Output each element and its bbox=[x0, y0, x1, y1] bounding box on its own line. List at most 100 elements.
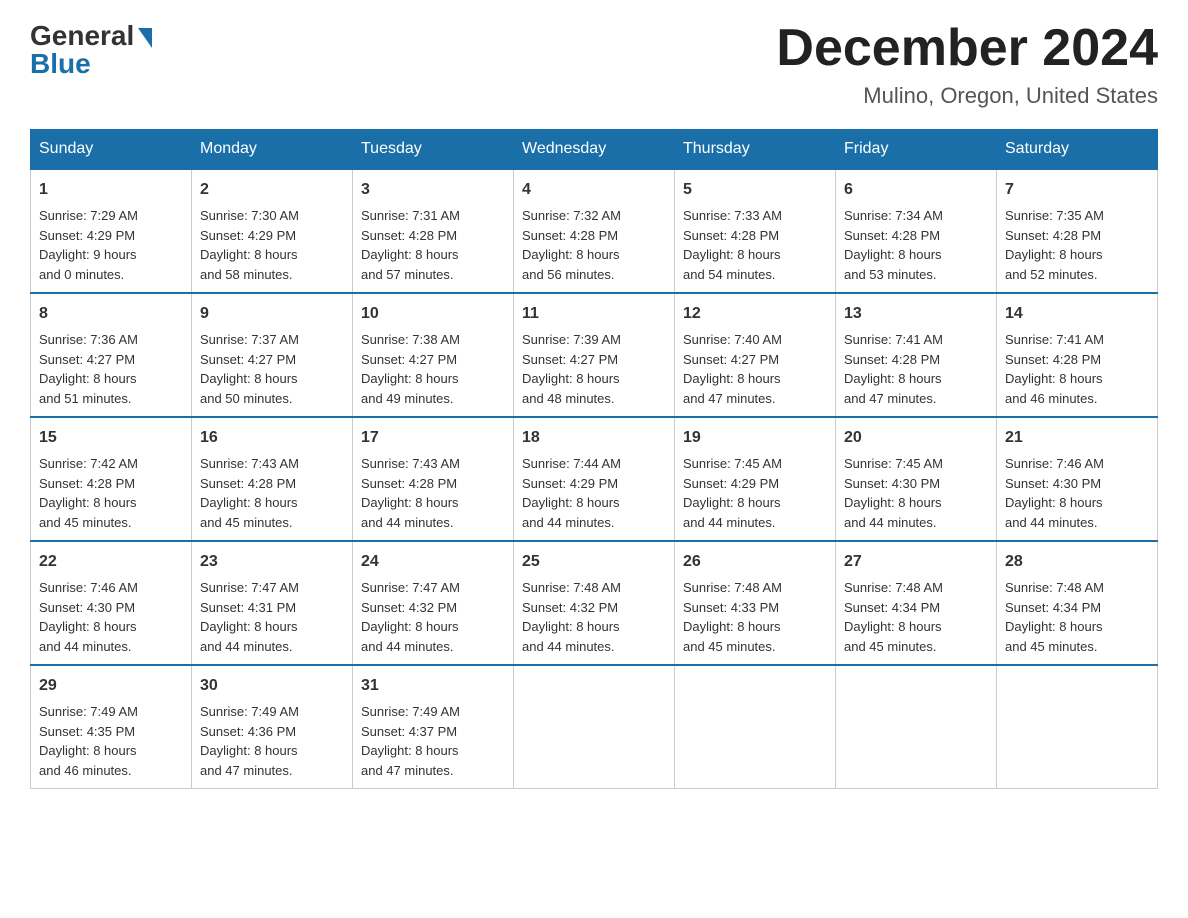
day-number: 24 bbox=[361, 550, 505, 574]
calendar-cell: 3 Sunrise: 7:31 AMSunset: 4:28 PMDaylight… bbox=[353, 169, 514, 293]
day-number: 23 bbox=[200, 550, 344, 574]
day-info: Sunrise: 7:49 AMSunset: 4:35 PMDaylight:… bbox=[39, 704, 138, 778]
calendar-cell: 12 Sunrise: 7:40 AMSunset: 4:27 PMDayligh… bbox=[675, 293, 836, 417]
day-number: 14 bbox=[1005, 302, 1149, 326]
day-info: Sunrise: 7:41 AMSunset: 4:28 PMDaylight:… bbox=[1005, 332, 1104, 406]
day-number: 19 bbox=[683, 426, 827, 450]
day-info: Sunrise: 7:44 AMSunset: 4:29 PMDaylight:… bbox=[522, 456, 621, 530]
day-number: 10 bbox=[361, 302, 505, 326]
day-info: Sunrise: 7:43 AMSunset: 4:28 PMDaylight:… bbox=[200, 456, 299, 530]
calendar-header-wednesday: Wednesday bbox=[514, 130, 675, 170]
day-info: Sunrise: 7:47 AMSunset: 4:32 PMDaylight:… bbox=[361, 580, 460, 654]
calendar-cell: 18 Sunrise: 7:44 AMSunset: 4:29 PMDayligh… bbox=[514, 417, 675, 541]
logo-arrow-icon bbox=[138, 28, 152, 48]
calendar-cell: 19Sunrise: 7:45 AMSunset: 4:29 PMDayligh… bbox=[675, 417, 836, 541]
page-header: General Blue December 2024 Mulino, Orego… bbox=[30, 20, 1158, 109]
day-number: 3 bbox=[361, 178, 505, 202]
calendar-cell: 9 Sunrise: 7:37 AMSunset: 4:27 PMDaylight… bbox=[192, 293, 353, 417]
calendar-cell: 26Sunrise: 7:48 AMSunset: 4:33 PMDayligh… bbox=[675, 541, 836, 665]
calendar-cell: 17Sunrise: 7:43 AMSunset: 4:28 PMDayligh… bbox=[353, 417, 514, 541]
day-info: Sunrise: 7:49 AMSunset: 4:36 PMDaylight:… bbox=[200, 704, 299, 778]
day-info: Sunrise: 7:40 AMSunset: 4:27 PMDaylight:… bbox=[683, 332, 782, 406]
calendar-week-row: 8Sunrise: 7:36 AMSunset: 4:27 PMDaylight… bbox=[31, 293, 1158, 417]
calendar-cell: 24 Sunrise: 7:47 AMSunset: 4:32 PMDayligh… bbox=[353, 541, 514, 665]
day-number: 16 bbox=[200, 426, 344, 450]
calendar-cell: 29 Sunrise: 7:49 AMSunset: 4:35 PMDayligh… bbox=[31, 665, 192, 789]
day-number: 9 bbox=[200, 302, 344, 326]
calendar-header-saturday: Saturday bbox=[997, 130, 1158, 170]
day-info: Sunrise: 7:35 AMSunset: 4:28 PMDaylight:… bbox=[1005, 208, 1104, 282]
day-number: 13 bbox=[844, 302, 988, 326]
day-number: 15 bbox=[39, 426, 183, 450]
day-info: Sunrise: 7:43 AMSunset: 4:28 PMDaylight:… bbox=[361, 456, 460, 530]
calendar-title: December 2024 bbox=[776, 20, 1158, 77]
day-info: Sunrise: 7:45 AMSunset: 4:30 PMDaylight:… bbox=[844, 456, 943, 530]
day-info: Sunrise: 7:48 AMSunset: 4:32 PMDaylight:… bbox=[522, 580, 621, 654]
day-number: 26 bbox=[683, 550, 827, 574]
day-number: 20 bbox=[844, 426, 988, 450]
day-number: 2 bbox=[200, 178, 344, 202]
calendar-cell: 5 Sunrise: 7:33 AMSunset: 4:28 PMDaylight… bbox=[675, 169, 836, 293]
calendar-cell: 7 Sunrise: 7:35 AMSunset: 4:28 PMDaylight… bbox=[997, 169, 1158, 293]
calendar-cell: 27 Sunrise: 7:48 AMSunset: 4:34 PMDayligh… bbox=[836, 541, 997, 665]
day-number: 5 bbox=[683, 178, 827, 202]
calendar-cell: 21 Sunrise: 7:46 AMSunset: 4:30 PMDayligh… bbox=[997, 417, 1158, 541]
calendar-header-monday: Monday bbox=[192, 130, 353, 170]
day-number: 25 bbox=[522, 550, 666, 574]
calendar-week-row: 29 Sunrise: 7:49 AMSunset: 4:35 PMDayligh… bbox=[31, 665, 1158, 789]
calendar-cell: 23 Sunrise: 7:47 AMSunset: 4:31 PMDayligh… bbox=[192, 541, 353, 665]
calendar-header-sunday: Sunday bbox=[31, 130, 192, 170]
day-info: Sunrise: 7:46 AMSunset: 4:30 PMDaylight:… bbox=[1005, 456, 1104, 530]
day-number: 7 bbox=[1005, 178, 1149, 202]
day-info: Sunrise: 7:48 AMSunset: 4:34 PMDaylight:… bbox=[844, 580, 943, 654]
day-number: 8 bbox=[39, 302, 183, 326]
calendar-cell bbox=[514, 665, 675, 789]
day-info: Sunrise: 7:41 AMSunset: 4:28 PMDaylight:… bbox=[844, 332, 943, 406]
day-info: Sunrise: 7:33 AMSunset: 4:28 PMDaylight:… bbox=[683, 208, 782, 282]
day-number: 29 bbox=[39, 674, 183, 698]
day-info: Sunrise: 7:34 AMSunset: 4:28 PMDaylight:… bbox=[844, 208, 943, 282]
day-number: 27 bbox=[844, 550, 988, 574]
day-info: Sunrise: 7:48 AMSunset: 4:34 PMDaylight:… bbox=[1005, 580, 1104, 654]
calendar-cell: 16 Sunrise: 7:43 AMSunset: 4:28 PMDayligh… bbox=[192, 417, 353, 541]
calendar-location: Mulino, Oregon, United States bbox=[776, 83, 1158, 109]
day-number: 18 bbox=[522, 426, 666, 450]
calendar-week-row: 1 Sunrise: 7:29 AMSunset: 4:29 PMDaylight… bbox=[31, 169, 1158, 293]
calendar-cell: 28Sunrise: 7:48 AMSunset: 4:34 PMDayligh… bbox=[997, 541, 1158, 665]
day-number: 31 bbox=[361, 674, 505, 698]
day-number: 1 bbox=[39, 178, 183, 202]
logo: General Blue bbox=[30, 20, 152, 80]
calendar-header-tuesday: Tuesday bbox=[353, 130, 514, 170]
calendar-table: SundayMondayTuesdayWednesdayThursdayFrid… bbox=[30, 129, 1158, 789]
calendar-cell: 13 Sunrise: 7:41 AMSunset: 4:28 PMDayligh… bbox=[836, 293, 997, 417]
day-info: Sunrise: 7:29 AMSunset: 4:29 PMDaylight:… bbox=[39, 208, 138, 282]
day-info: Sunrise: 7:47 AMSunset: 4:31 PMDaylight:… bbox=[200, 580, 299, 654]
calendar-cell: 31 Sunrise: 7:49 AMSunset: 4:37 PMDayligh… bbox=[353, 665, 514, 789]
day-info: Sunrise: 7:39 AMSunset: 4:27 PMDaylight:… bbox=[522, 332, 621, 406]
logo-blue-text: Blue bbox=[30, 48, 91, 80]
calendar-header-friday: Friday bbox=[836, 130, 997, 170]
calendar-cell: 1 Sunrise: 7:29 AMSunset: 4:29 PMDaylight… bbox=[31, 169, 192, 293]
day-number: 12 bbox=[683, 302, 827, 326]
calendar-cell: 6 Sunrise: 7:34 AMSunset: 4:28 PMDaylight… bbox=[836, 169, 997, 293]
day-info: Sunrise: 7:37 AMSunset: 4:27 PMDaylight:… bbox=[200, 332, 299, 406]
day-info: Sunrise: 7:31 AMSunset: 4:28 PMDaylight:… bbox=[361, 208, 460, 282]
day-number: 6 bbox=[844, 178, 988, 202]
day-number: 4 bbox=[522, 178, 666, 202]
calendar-cell: 30Sunrise: 7:49 AMSunset: 4:36 PMDayligh… bbox=[192, 665, 353, 789]
calendar-cell: 25 Sunrise: 7:48 AMSunset: 4:32 PMDayligh… bbox=[514, 541, 675, 665]
day-info: Sunrise: 7:49 AMSunset: 4:37 PMDaylight:… bbox=[361, 704, 460, 778]
day-info: Sunrise: 7:46 AMSunset: 4:30 PMDaylight:… bbox=[39, 580, 138, 654]
calendar-cell: 10Sunrise: 7:38 AMSunset: 4:27 PMDayligh… bbox=[353, 293, 514, 417]
calendar-cell: 22 Sunrise: 7:46 AMSunset: 4:30 PMDayligh… bbox=[31, 541, 192, 665]
calendar-cell: 2 Sunrise: 7:30 AMSunset: 4:29 PMDaylight… bbox=[192, 169, 353, 293]
day-info: Sunrise: 7:32 AMSunset: 4:28 PMDaylight:… bbox=[522, 208, 621, 282]
day-info: Sunrise: 7:30 AMSunset: 4:29 PMDaylight:… bbox=[200, 208, 299, 282]
calendar-cell: 20 Sunrise: 7:45 AMSunset: 4:30 PMDayligh… bbox=[836, 417, 997, 541]
calendar-cell: 14 Sunrise: 7:41 AMSunset: 4:28 PMDayligh… bbox=[997, 293, 1158, 417]
day-number: 22 bbox=[39, 550, 183, 574]
day-number: 21 bbox=[1005, 426, 1149, 450]
calendar-cell bbox=[675, 665, 836, 789]
calendar-header-thursday: Thursday bbox=[675, 130, 836, 170]
calendar-cell bbox=[836, 665, 997, 789]
